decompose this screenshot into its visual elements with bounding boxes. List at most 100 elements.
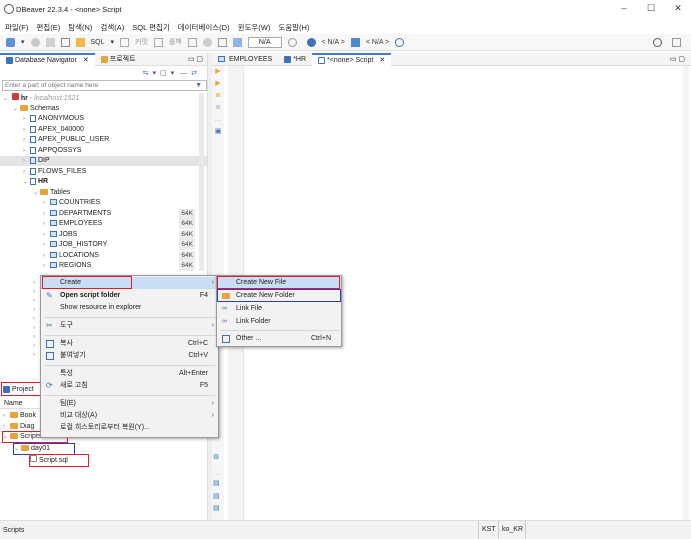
menu-item-show-in-explorer[interactable]: Show resource in explorer xyxy=(41,302,218,314)
expand-arrow-icon[interactable]: ⌄ xyxy=(13,104,20,114)
menu-item-refresh[interactable]: ⟳ 새로 고침 F5 xyxy=(41,380,218,392)
dropdown-arrow-icon[interactable]: ▾ xyxy=(21,38,25,46)
expand-arrow-icon[interactable]: ⌄ xyxy=(33,188,40,198)
active-datasource-selector[interactable]: < N/A > xyxy=(322,39,345,46)
expand-arrow-icon[interactable]: › xyxy=(23,114,30,124)
expand-arrow-icon[interactable]: ⌄ xyxy=(23,177,30,187)
commit-button[interactable]: 커밋 xyxy=(135,37,148,47)
menu-database[interactable]: 데이터베이스(D) xyxy=(178,22,230,33)
close-icon[interactable]: ✕ xyxy=(83,55,89,66)
tree-connection-hr[interactable]: ⌄ hr - localhost:1521 xyxy=(3,93,79,103)
expand-arrow-icon[interactable]: › xyxy=(43,209,50,219)
menu-window[interactable]: 윈도우(W) xyxy=(238,22,271,33)
dropdown-arrow-icon[interactable]: ▾ xyxy=(171,69,175,77)
menu-file[interactable]: 파일(F) xyxy=(5,22,28,33)
explain-plan-icon[interactable]: ▣ xyxy=(212,126,224,138)
maximize-editor-icon[interactable]: ▭ ▢ xyxy=(670,55,685,63)
filter-icon[interactable]: ▼ xyxy=(195,82,202,89)
menu-edit[interactable]: 편집(E) xyxy=(36,22,60,33)
lock-icon[interactable] xyxy=(202,37,212,47)
tree-schema[interactable]: › APEX_PUBLIC_USER xyxy=(23,135,109,145)
project-item-bookmarks[interactable]: › Book xyxy=(3,411,36,421)
transaction-mode-icon[interactable] xyxy=(187,37,197,47)
tab-none-script[interactable]: *<none> Script ✕ xyxy=(312,52,392,66)
editor-scrollbar[interactable] xyxy=(683,66,689,520)
tree-table[interactable]: › LOCATIONS 64K xyxy=(43,251,195,261)
tree-schema[interactable]: › APEX_040000 xyxy=(23,125,84,135)
tree-schemas-folder[interactable]: ⌄ Schemas xyxy=(13,104,59,114)
rollback-button[interactable]: 롤백 xyxy=(169,37,182,47)
expand-arrow-icon[interactable]: › xyxy=(23,135,30,145)
execute-statement-icon[interactable]: ▶ xyxy=(212,66,224,78)
menu-item-compare-with[interactable]: 비교 대상(A) › xyxy=(41,410,218,422)
transaction-log-icon[interactable] xyxy=(217,37,227,47)
execute-script-new-tab-icon[interactable]: ≣ xyxy=(212,102,224,114)
expand-arrow-icon[interactable]: › xyxy=(43,198,50,208)
perspective-icon[interactable] xyxy=(672,37,681,47)
execute-in-new-tab-icon[interactable]: ▶ xyxy=(212,78,224,90)
tree-table[interactable]: › DEPARTMENTS 64K xyxy=(43,209,195,219)
menu-item-team[interactable]: 팀(E) › xyxy=(41,398,218,410)
submenu-item-link-file[interactable]: ∞ Link File xyxy=(217,303,341,315)
collapse-all-icon[interactable]: — xyxy=(180,70,187,77)
tree-schema[interactable]: › FLOWS_FILES xyxy=(23,167,86,177)
tree-schema-selected[interactable]: › DIP xyxy=(0,156,207,166)
menu-sql-editor[interactable]: SQL 편집기 xyxy=(132,22,170,33)
expand-arrow-icon[interactable]: › xyxy=(43,251,50,261)
object-filter-input[interactable] xyxy=(3,81,183,90)
tree-schema[interactable]: › APPQOSSYS xyxy=(23,146,82,156)
menu-item-copy[interactable]: 복사 Ctrl+C xyxy=(41,338,218,350)
menu-item-open-script-folder[interactable]: ✎ Open script folder F4 xyxy=(41,290,218,302)
expand-arrow-icon[interactable]: › xyxy=(43,230,50,240)
close-button[interactable]: ✕ xyxy=(668,3,688,15)
result-sets-field[interactable]: N/A xyxy=(247,36,282,48)
expand-arrow-icon[interactable]: › xyxy=(43,219,50,229)
navigator-scrollbar[interactable] xyxy=(199,93,204,271)
expand-arrow-icon[interactable]: › xyxy=(3,411,10,421)
expand-arrow-icon[interactable]: › xyxy=(23,146,30,156)
minimize-button[interactable]: – xyxy=(614,3,634,15)
execute-script-icon[interactable]: ≣ xyxy=(212,90,224,102)
tab-database-navigator[interactable]: Database Navigator ✕ xyxy=(0,52,95,66)
search-icon[interactable] xyxy=(395,37,405,47)
tree-tables-folder[interactable]: ⌄ Tables xyxy=(33,188,70,198)
menu-item-restore-local-history[interactable]: 로컬 히스토리로부터 복원(Y)... xyxy=(41,422,218,434)
tree-table[interactable]: › REGIONS 64K xyxy=(43,261,195,271)
menu-item-tools[interactable]: ✂ 도구 › xyxy=(41,320,218,332)
menu-search[interactable]: 검색(A) xyxy=(100,22,124,33)
global-search-icon[interactable] xyxy=(653,37,662,47)
pending-transactions-icon[interactable] xyxy=(232,37,242,47)
dropdown-arrow-icon[interactable]: ▾ xyxy=(152,69,156,77)
expand-arrow-icon[interactable]: › xyxy=(23,167,30,177)
menu-navigate[interactable]: 탐색(N) xyxy=(68,22,92,33)
tab-hr[interactable]: *HR xyxy=(278,53,312,66)
settings-gear-icon[interactable]: ⚙ xyxy=(213,452,219,464)
refresh-icon[interactable]: ⇄ xyxy=(191,69,197,77)
tab-project[interactable]: 프로젝트 xyxy=(95,53,142,66)
tree-table[interactable]: › JOB_HISTORY 64K xyxy=(43,240,195,250)
export-icon[interactable]: ▤ xyxy=(213,478,220,490)
expand-arrow-icon[interactable]: › xyxy=(23,156,30,166)
menu-help[interactable]: 도움말(H) xyxy=(278,22,309,33)
format-icon[interactable]: ▤ xyxy=(213,503,220,515)
tree-schema-hr[interactable]: ⌄ HR xyxy=(23,177,48,187)
invalidate-icon[interactable] xyxy=(60,37,70,47)
close-icon[interactable]: ✕ xyxy=(379,55,385,66)
rollback-icon[interactable] xyxy=(153,37,163,47)
schema-icon[interactable] xyxy=(350,37,360,47)
clock-icon[interactable] xyxy=(287,37,297,47)
expand-arrow-icon[interactable]: ⌄ xyxy=(3,94,10,104)
menu-item-paste[interactable]: 붙여넣기 Ctrl+V xyxy=(41,350,218,362)
new-connection-icon[interactable] xyxy=(6,37,15,47)
submenu-item-link-folder[interactable]: ∞ Link Folder xyxy=(217,316,341,328)
maximize-button[interactable]: ☐ xyxy=(641,3,661,15)
submenu-item-other[interactable]: Other ... Ctrl+N xyxy=(217,333,341,345)
new-folder-icon[interactable]: ▢ xyxy=(160,69,167,77)
disconnect-icon[interactable] xyxy=(45,37,55,47)
menu-item-properties[interactable]: 특성 Alt+Enter xyxy=(41,368,218,380)
tab-employees[interactable]: EMPLOYEES xyxy=(212,53,278,66)
tree-table[interactable]: › COUNTRIES xyxy=(43,198,195,208)
dropdown-arrow-icon[interactable]: ▾ xyxy=(111,38,115,46)
commit-icon[interactable] xyxy=(120,37,130,47)
active-schema-selector[interactable]: < N/A > xyxy=(366,39,389,46)
